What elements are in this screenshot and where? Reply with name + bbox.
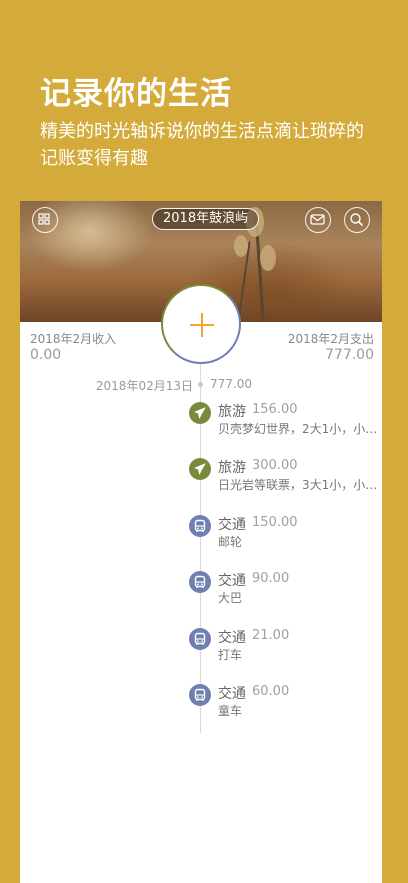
entry-note: 打车 (218, 648, 243, 662)
entry-note: 童车 (218, 704, 243, 718)
book-title-button[interactable]: 2018年鼓浪屿 (152, 208, 260, 230)
entry-category: 旅游 (218, 404, 246, 420)
expense-value: 777.00 (325, 347, 374, 363)
day-date: 2018年02月13日 (95, 379, 193, 393)
timeline-entry[interactable]: 交通 150.00 邮轮 (20, 514, 382, 554)
bus-icon (189, 628, 211, 650)
entry-amount: 21.00 (252, 628, 290, 643)
entry-category: 旅游 (218, 460, 246, 476)
entry-amount: 60.00 (252, 684, 290, 699)
entry-amount: 156.00 (252, 402, 298, 417)
airplane-icon (189, 458, 211, 480)
promo-subtitle: 精美的时光轴诉说你的生活点滴让琐碎的记账变得有趣 (40, 121, 364, 169)
bus-icon (189, 684, 211, 706)
add-entry-button[interactable] (161, 284, 241, 364)
timeline-entry[interactable]: 交通 90.00 大巴 (20, 570, 382, 610)
entry-amount: 300.00 (252, 458, 298, 473)
timeline-entry[interactable]: 交通 60.00 童车 (20, 683, 382, 723)
entry-category: 交通 (218, 630, 246, 646)
bus-icon (189, 515, 211, 537)
timeline-entry[interactable]: 旅游 300.00 日光岩等联票，3大1小，小… (20, 457, 382, 497)
income-value: 0.00 (30, 347, 62, 363)
timeline-entry[interactable]: 旅游 156.00 贝壳梦幻世界，2大1小，小… (20, 401, 382, 441)
entry-note: 贝壳梦幻世界，2大1小，小… (218, 422, 378, 436)
entry-category: 交通 (218, 573, 246, 589)
promo-title: 记录你的生活 (40, 76, 232, 112)
entry-note: 日光岩等联票，3大1小，小… (218, 478, 378, 492)
airplane-icon (189, 402, 211, 424)
entry-amount: 90.00 (252, 571, 290, 586)
mail-icon[interactable] (305, 207, 331, 233)
app-screen: 2018年鼓浪屿 2018年2月收入 0.00 2018年2月支出 777.00… (20, 201, 382, 883)
expense-label: 2018年2月支出 (287, 332, 374, 346)
entry-amount: 150.00 (252, 515, 298, 530)
day-dot (198, 382, 203, 387)
entry-category: 交通 (218, 517, 246, 533)
bus-icon (189, 571, 211, 593)
search-icon[interactable] (344, 207, 370, 233)
income-label: 2018年2月收入 (30, 332, 117, 346)
timeline-entry[interactable]: 交通 21.00 打车 (20, 627, 382, 667)
menu-grid-icon[interactable] (32, 207, 58, 233)
entry-note: 大巴 (218, 591, 243, 605)
entry-category: 交通 (218, 686, 246, 702)
day-total: 777.00 (210, 377, 252, 391)
entry-note: 邮轮 (218, 535, 243, 549)
